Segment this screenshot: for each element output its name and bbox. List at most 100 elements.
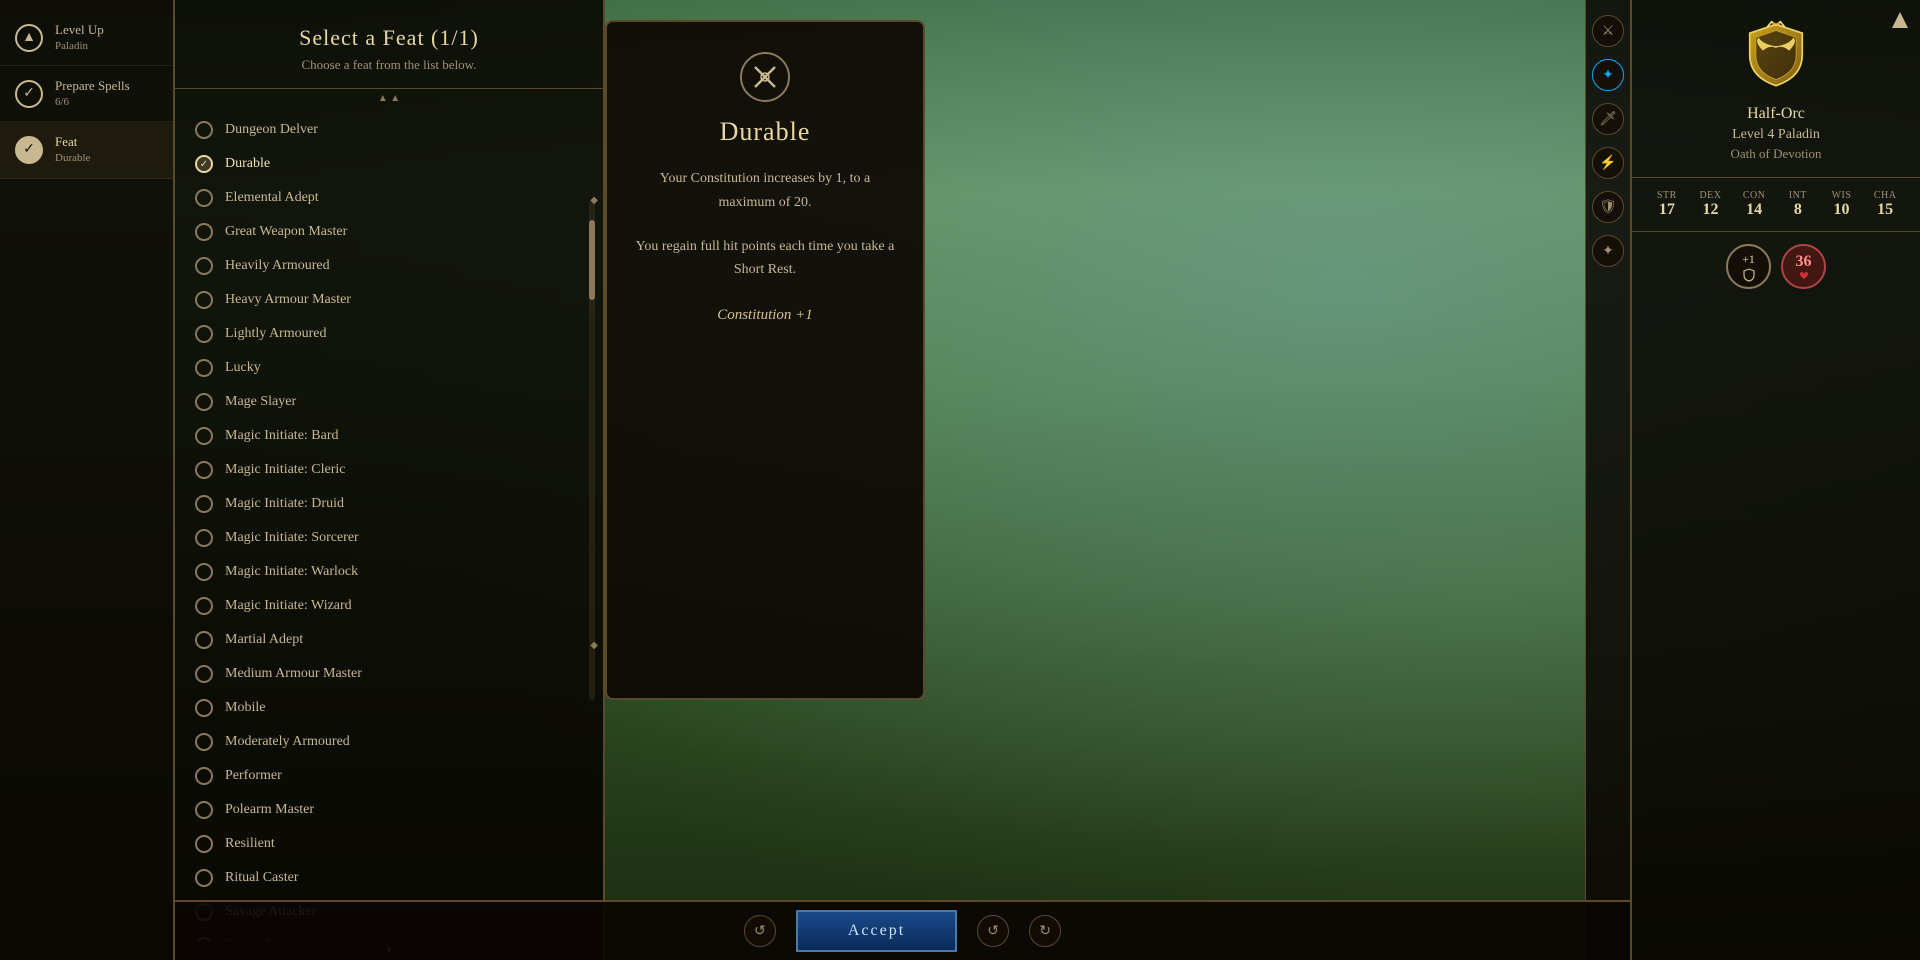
feat-list-item[interactable]: Mage Slayer (175, 385, 603, 419)
nav-item-feat[interactable]: ✓ Feat Durable (0, 122, 173, 178)
feat-radio-9 (195, 427, 213, 445)
left-navigation-panel: ▲ Level Up Paladin ✓ Prepare Spells 6/6 … (0, 0, 175, 960)
feat-name-15: Martial Adept (225, 632, 303, 648)
stat-col-int: INT 8 (1778, 190, 1818, 219)
class-icon (1736, 15, 1816, 95)
panel-expand-btn[interactable] (1890, 10, 1910, 35)
feat-name-4: Heavily Armoured (225, 258, 330, 274)
stat-value-wis: 10 (1822, 201, 1862, 219)
feat-name-7: Lucky (225, 360, 261, 376)
bottom-bar: ↺ Accept ↺ ↻ (175, 900, 1630, 960)
feat-name-18: Moderately Armoured (225, 734, 350, 750)
feat-radio-3 (195, 223, 213, 241)
feat-radio-11 (195, 495, 213, 513)
right-icon-misc[interactable]: ✦ (1592, 235, 1624, 267)
feat-list-item[interactable]: Magic Initiate: Sorcerer (175, 521, 603, 555)
feat-list-panel: Select a Feat (1/1) Choose a feat from t… (175, 0, 605, 960)
feat-list-item[interactable]: Magic Initiate: Warlock (175, 555, 603, 589)
feat-name-3: Great Weapon Master (225, 224, 347, 240)
stat-col-dex: DEX 12 (1691, 190, 1731, 219)
feat-list-item[interactable]: Martial Adept (175, 623, 603, 657)
feat-list-header: Select a Feat (1/1) Choose a feat from t… (175, 0, 603, 89)
scrollbar-track[interactable] (589, 200, 595, 700)
hp-value: 36 (1796, 253, 1812, 271)
stats-grid: STR 17 DEX 12 CON 14 INT 8 WIS 10 CHA 15 (1647, 190, 1905, 219)
feat-description-1: Your Constitution increases by 1, to a m… (632, 167, 898, 215)
feat-name-0: Dungeon Delver (225, 122, 318, 138)
feat-list-item[interactable]: Heavy Armour Master (175, 283, 603, 317)
hit-points-box: 36 (1781, 244, 1826, 289)
bottom-right-icon-2[interactable]: ↻ (1029, 915, 1061, 947)
feat-list-item[interactable]: Mobile (175, 691, 603, 725)
stat-label-str: STR (1647, 190, 1687, 201)
scroll-up-indicator: ▲ ▲ (175, 89, 603, 108)
accept-button[interactable]: Accept (796, 910, 957, 952)
feat-detail-panel: Durable Your Constitution increases by 1… (605, 20, 925, 700)
feat-radio-4 (195, 257, 213, 275)
stat-value-int: 8 (1778, 201, 1818, 219)
feat-name-6: Lightly Armoured (225, 326, 327, 342)
feat-name-8: Mage Slayer (225, 394, 296, 410)
character-race: Half-Orc (1747, 105, 1805, 123)
feat-list-item[interactable]: Heavily Armoured (175, 249, 603, 283)
character-class: Level 4 Paladin (1732, 127, 1820, 143)
feat-list-item[interactable]: Magic Initiate: Bard (175, 419, 603, 453)
prepare-spells-icon: ✓ (15, 80, 43, 108)
bottom-left-icon-1[interactable]: ↺ (744, 915, 776, 947)
stat-value-str: 17 (1647, 201, 1687, 219)
feat-radio-16 (195, 665, 213, 683)
feat-list-item[interactable]: Performer (175, 759, 603, 793)
feat-radio-18 (195, 733, 213, 751)
feat-list-item[interactable]: Medium Armour Master (175, 657, 603, 691)
right-icon-character[interactable]: ⚔ (1592, 15, 1624, 47)
nav-item-level-up[interactable]: ▲ Level Up Paladin (0, 10, 173, 66)
feat-radio-22 (195, 869, 213, 887)
ac-value: +1 (1742, 252, 1755, 267)
feat-list-item[interactable]: Ritual Caster (175, 861, 603, 895)
feat-radio-7 (195, 359, 213, 377)
feat-list-title: Select a Feat (1/1) (195, 25, 583, 51)
scrollbar-thumb[interactable] (589, 220, 595, 300)
feat-list-item[interactable]: Moderately Armoured (175, 725, 603, 759)
stat-label-dex: DEX (1691, 190, 1731, 201)
right-icon-spells[interactable]: 🗡 (1592, 103, 1624, 135)
feat-list-item[interactable]: Great Weapon Master (175, 215, 603, 249)
right-icon-actions[interactable]: ⚡ (1592, 147, 1624, 179)
feat-list-item[interactable]: Magic Initiate: Druid (175, 487, 603, 521)
feat-list-item[interactable]: Magic Initiate: Wizard (175, 589, 603, 623)
feat-radio-8 (195, 393, 213, 411)
feat-list-item[interactable]: Dungeon Delver (175, 113, 603, 147)
feat-list-item[interactable]: Elemental Adept (175, 181, 603, 215)
nav-item-prepare-spells[interactable]: ✓ Prepare Spells 6/6 (0, 66, 173, 122)
feat-list-item[interactable]: Magic Initiate: Cleric (175, 453, 603, 487)
feat-name-10: Magic Initiate: Cleric (225, 462, 346, 478)
feat-list-item[interactable]: Polearm Master (175, 793, 603, 827)
armor-class-box: +1 (1726, 244, 1771, 289)
feat-list-item[interactable]: Durable (175, 147, 603, 181)
feat-icon: ✓ (15, 136, 43, 164)
diamond-marker-top: ◆ (590, 195, 598, 206)
stat-label-int: INT (1778, 190, 1818, 201)
feat-list: Dungeon Delver Durable Elemental Adept G… (175, 108, 603, 941)
feat-name-11: Magic Initiate: Druid (225, 496, 344, 512)
level-up-icon: ▲ (15, 24, 43, 52)
character-portrait-area: Half-Orc Level 4 Paladin Oath of Devotio… (1632, 0, 1920, 178)
right-icon-equipment[interactable]: 🛡 (1592, 191, 1624, 223)
feat-radio-2 (195, 189, 213, 207)
feat-name-9: Magic Initiate: Bard (225, 428, 339, 444)
character-subclass: Oath of Devotion (1731, 146, 1822, 162)
right-icons-column: ⚔ ✦ 🗡 ⚡ 🛡 ✦ (1585, 0, 1630, 960)
hp-ac-area: +1 36 (1632, 232, 1920, 301)
stat-col-wis: WIS 10 (1822, 190, 1862, 219)
feat-list-item[interactable]: Lucky (175, 351, 603, 385)
feat-list-item[interactable]: Lightly Armoured (175, 317, 603, 351)
feat-list-item[interactable]: Resilient (175, 827, 603, 861)
feat-name-19: Performer (225, 768, 282, 784)
right-icon-skills[interactable]: ✦ (1592, 59, 1624, 91)
feat-radio-17 (195, 699, 213, 717)
feat-detail-title: Durable (720, 117, 811, 147)
feat-name-16: Medium Armour Master (225, 666, 362, 682)
bottom-right-icon-1[interactable]: ↺ (977, 915, 1009, 947)
feat-constitution-bonus: Constitution +1 (717, 307, 813, 324)
feat-radio-5 (195, 291, 213, 309)
